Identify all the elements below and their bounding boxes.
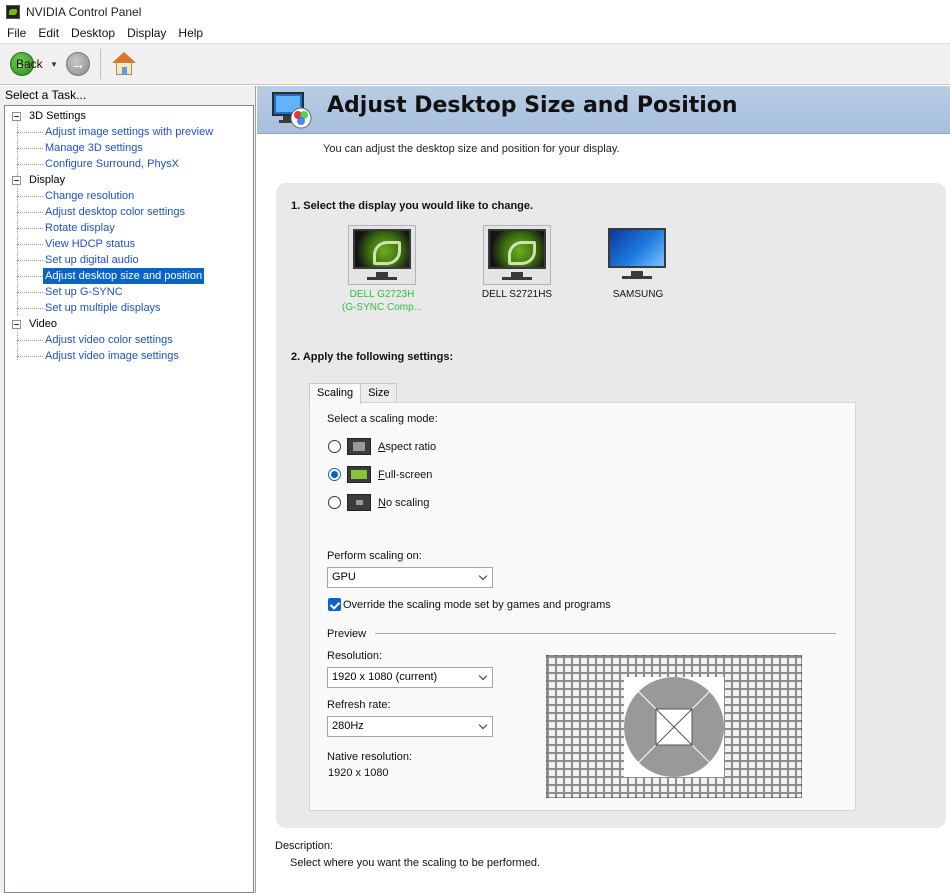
no-scaling-icon xyxy=(347,494,371,511)
tree-item-multiple-displays[interactable]: Set up multiple displays xyxy=(5,300,253,316)
aspect-ratio-label[interactable]: Aspect ratio xyxy=(378,441,436,453)
menu-edit[interactable]: Edit xyxy=(32,26,65,40)
tree-item-desktop-color[interactable]: Adjust desktop color settings xyxy=(5,204,253,220)
display-settings-icon xyxy=(272,92,312,129)
tree-item-video-image[interactable]: Adjust video image settings xyxy=(5,348,253,364)
history-dropdown-icon[interactable]: ▼ xyxy=(50,60,58,69)
task-pane-header: Select a Task... xyxy=(5,88,87,102)
no-scaling-label[interactable]: No scaling xyxy=(378,497,429,509)
tree-item-hdcp-status[interactable]: View HDCP status xyxy=(5,236,253,252)
tree-item-desktop-size-position[interactable]: Adjust desktop size and position xyxy=(5,268,253,284)
resolution-label: Resolution: xyxy=(327,650,383,662)
task-tree: 3D Settings Adjust image settings with p… xyxy=(4,105,254,893)
chevron-down-icon xyxy=(478,671,488,681)
tree-item-change-resolution[interactable]: Change resolution xyxy=(5,188,253,204)
radio-no-scaling[interactable] xyxy=(328,496,341,509)
forward-button[interactable]: → xyxy=(65,52,90,76)
tree-item-g-sync[interactable]: Set up G-SYNC xyxy=(5,284,253,300)
menu-help[interactable]: Help xyxy=(172,26,209,40)
preview-divider xyxy=(375,633,836,634)
page-banner: Adjust Desktop Size and Position xyxy=(257,86,950,134)
native-resolution-value: 1920 x 1080 xyxy=(328,767,389,779)
toolbar: ← Back ▼ → xyxy=(0,43,950,85)
title-bar: NVIDIA Control Panel xyxy=(0,0,950,23)
tree-item-configure-surround[interactable]: Configure Surround, PhysX xyxy=(5,156,253,172)
radio-full-screen[interactable] xyxy=(328,468,341,481)
nvidia-app-icon xyxy=(6,4,20,19)
step-2-heading: 2. Apply the following settings: xyxy=(291,351,454,363)
resolution-select[interactable]: 1920 x 1080 (current) xyxy=(327,667,493,688)
menu-desktop[interactable]: Desktop xyxy=(65,26,121,40)
tree-item-adjust-image-settings[interactable]: Adjust image settings with preview xyxy=(5,124,253,140)
page-title: Adjust Desktop Size and Position xyxy=(327,93,738,118)
display-label: DELL S2721HS xyxy=(481,289,553,300)
native-resolution-label: Native resolution: xyxy=(327,751,412,763)
back-label: Back xyxy=(16,57,43,71)
task-pane: Select a Task... 3D Settings Adjust imag… xyxy=(0,86,256,893)
display-label: DELL G2723H (G-SYNC Comp... xyxy=(341,289,422,313)
description-text: Select where you want the scaling to be … xyxy=(290,857,541,869)
override-label[interactable]: Override the scaling mode set by games a… xyxy=(343,599,611,611)
chevron-down-icon xyxy=(478,720,488,730)
page-intro: You can adjust the desktop size and posi… xyxy=(323,143,620,155)
tree-category-display[interactable]: Display xyxy=(5,172,253,188)
tab-scaling[interactable]: Scaling xyxy=(309,383,362,404)
menu-file[interactable]: File xyxy=(0,26,32,40)
collapse-icon[interactable] xyxy=(12,176,21,185)
collapse-icon[interactable] xyxy=(12,320,21,329)
menu-bar: File Edit Desktop Display Help xyxy=(0,23,950,43)
tree-category-video[interactable]: Video xyxy=(5,316,253,332)
tree-item-manage-3d-settings[interactable]: Manage 3D settings xyxy=(5,140,253,156)
display-dell-s2721hs[interactable]: DELL S2721HS xyxy=(462,225,572,301)
tree-item-digital-audio[interactable]: Set up digital audio xyxy=(5,252,253,268)
preview-label: Preview xyxy=(327,628,367,640)
refresh-rate-select[interactable]: 280Hz xyxy=(327,716,493,737)
settings-tabs: Scaling Size xyxy=(309,383,398,404)
collapse-icon[interactable] xyxy=(12,112,21,121)
scaling-preview-image xyxy=(546,655,802,798)
aspect-ratio-icon xyxy=(347,438,371,455)
nvidia-monitor-icon xyxy=(348,225,416,285)
full-screen-icon xyxy=(347,466,371,483)
refresh-rate-label: Refresh rate: xyxy=(327,699,391,711)
full-screen-label[interactable]: Full-screen xyxy=(378,469,432,481)
display-samsung[interactable]: SAMSUNG xyxy=(583,225,693,301)
display-dell-g2723h[interactable]: DELL G2723H (G-SYNC Comp... xyxy=(327,225,437,314)
menu-display[interactable]: Display xyxy=(121,26,172,40)
window-title: NVIDIA Control Panel xyxy=(26,4,142,19)
display-label: SAMSUNG xyxy=(612,289,664,300)
perform-scaling-label: Perform scaling on: xyxy=(327,550,422,562)
tree-item-rotate-display[interactable]: Rotate display xyxy=(5,220,253,236)
perform-scaling-select[interactable]: GPU xyxy=(327,567,493,588)
description-label: Description: xyxy=(275,840,334,852)
override-checkbox[interactable] xyxy=(328,598,341,611)
toolbar-separator xyxy=(99,49,101,79)
tab-size[interactable]: Size xyxy=(360,383,398,403)
step-1-heading: 1. Select the display you would like to … xyxy=(291,200,534,212)
back-button[interactable]: ← Back xyxy=(10,52,43,76)
settings-panel: 1. Select the display you would like to … xyxy=(276,183,946,828)
tree-category-3d-settings[interactable]: 3D Settings xyxy=(5,108,253,124)
home-icon[interactable] xyxy=(111,52,137,76)
nvidia-monitor-icon xyxy=(483,225,551,285)
tree-item-video-color[interactable]: Adjust video color settings xyxy=(5,332,253,348)
radio-aspect-ratio[interactable] xyxy=(328,440,341,453)
content-pane: Adjust Desktop Size and Position You can… xyxy=(257,86,950,893)
chevron-down-icon xyxy=(478,571,488,581)
scaling-mode-label: Select a scaling mode: xyxy=(327,413,438,425)
windows-monitor-icon xyxy=(604,225,672,285)
scaling-tab-content: Select a scaling mode: Aspect ratio Full… xyxy=(309,402,856,811)
